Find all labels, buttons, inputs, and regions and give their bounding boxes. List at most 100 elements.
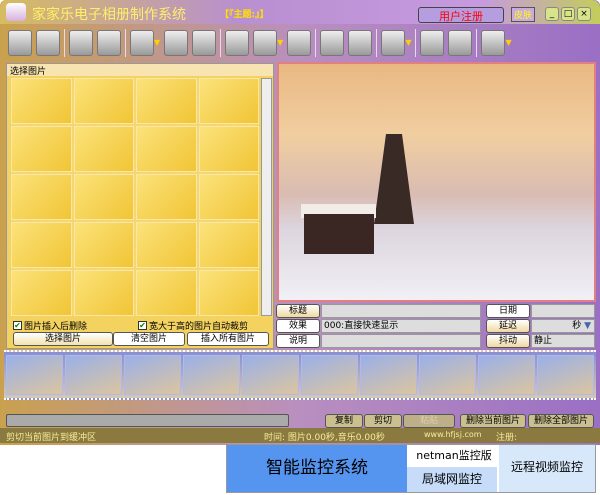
- publish-icon[interactable]: [420, 29, 445, 56]
- date-field[interactable]: [531, 304, 595, 318]
- skin-button[interactable]: 皮肤: [511, 7, 535, 22]
- effects-icon[interactable]: [253, 29, 278, 56]
- delete-after-insert-checkbox[interactable]: ✔ 图片插入后删除: [13, 319, 87, 332]
- delete-all-button[interactable]: 删除全部图片: [528, 414, 594, 428]
- minimize-icon[interactable]: _: [545, 7, 559, 21]
- disc-icon[interactable]: [481, 29, 506, 56]
- thumbnail-slot[interactable]: [73, 174, 134, 220]
- auto-crop-checkbox[interactable]: ✔ 宽大于高的图片自动裁剪: [138, 319, 248, 332]
- film-frame[interactable]: [183, 355, 240, 395]
- thumbnail-slot[interactable]: [136, 126, 197, 172]
- vertical-scrollbar[interactable]: [261, 78, 272, 316]
- description-label-button[interactable]: 说明: [276, 334, 320, 348]
- thumbnail-slot[interactable]: [73, 270, 134, 316]
- save-as-icon[interactable]: [97, 29, 121, 56]
- thumbnail-slot[interactable]: [198, 174, 259, 220]
- cut-button[interactable]: 剪切: [364, 414, 402, 428]
- copy-button[interactable]: 复制: [325, 414, 363, 428]
- ad-lan-link[interactable]: 局域网监控: [407, 467, 497, 492]
- delay-select[interactable]: 秒 ▼: [531, 319, 595, 333]
- divider: [376, 28, 378, 57]
- shake-label-button[interactable]: 抖动: [486, 334, 530, 348]
- thumbnail-slot[interactable]: [73, 78, 134, 124]
- thumbnail-slot[interactable]: [73, 126, 134, 172]
- effect-label-button[interactable]: 效果: [276, 319, 320, 333]
- select-pictures-button[interactable]: 选择图片: [13, 332, 113, 346]
- maximize-icon[interactable]: □: [561, 7, 575, 21]
- film-frame[interactable]: [6, 355, 63, 395]
- description-field[interactable]: [321, 334, 481, 348]
- thumbnail-slot[interactable]: [198, 270, 259, 316]
- open-album-icon[interactable]: [36, 29, 60, 56]
- delete-current-button[interactable]: 删除当前图片: [460, 414, 526, 428]
- thumbnail-slot[interactable]: [11, 222, 72, 268]
- film-frame[interactable]: [419, 355, 476, 395]
- divider: [476, 28, 478, 57]
- film-frame[interactable]: [65, 355, 122, 395]
- app-title: 家家乐电子相册制作系统: [32, 7, 186, 23]
- divider: [315, 28, 317, 57]
- thumbnail-slot[interactable]: [198, 126, 259, 172]
- thumbnail-slot[interactable]: [11, 126, 72, 172]
- status-time: 时间: 图片0.00秒,音乐0.00秒: [264, 433, 385, 443]
- thumbnail-grid: [11, 78, 259, 316]
- theme-label: 【『主题:』】: [220, 10, 269, 20]
- thumbnail-slot[interactable]: [136, 270, 197, 316]
- preview-icon[interactable]: [381, 29, 406, 56]
- frame-icon[interactable]: [130, 29, 154, 56]
- ad-banner[interactable]: 智能监控系统 netman监控版 局域网监控 远程视频监控: [226, 444, 596, 493]
- dropdown-arrow-icon[interactable]: ▼: [505, 38, 511, 47]
- delete-picture-icon[interactable]: [192, 29, 217, 56]
- thumbnail-slot[interactable]: [136, 222, 197, 268]
- paint-palette-icon[interactable]: [448, 29, 473, 56]
- thumbnail-slot[interactable]: [136, 78, 197, 124]
- ad-main-text[interactable]: 智能监控系统: [227, 445, 407, 492]
- insert-all-pictures-button[interactable]: 插入所有图片: [187, 332, 269, 346]
- shake-field[interactable]: 静止: [531, 334, 595, 348]
- save-icon[interactable]: [69, 29, 93, 56]
- filmstrip: [4, 350, 596, 400]
- clear-pictures-button[interactable]: 清空图片: [113, 332, 185, 346]
- music-icon[interactable]: [287, 29, 312, 56]
- panel-header: 选择图片: [7, 64, 273, 77]
- close-icon[interactable]: ×: [577, 7, 591, 21]
- checkmark-icon: ✔: [138, 321, 147, 330]
- checkmark-icon: ✔: [13, 321, 22, 330]
- thumbnail-slot[interactable]: [11, 78, 72, 124]
- film-frame[interactable]: [301, 355, 358, 395]
- edit-text-icon[interactable]: [225, 29, 250, 56]
- paste-button[interactable]: 粘贴: [403, 414, 455, 428]
- status-message: 剪切当前图片到缓冲区: [6, 433, 97, 443]
- dropdown-arrow-icon[interactable]: ▼: [277, 38, 283, 47]
- status-website[interactable]: www.hfjsj.com: [424, 430, 482, 439]
- delay-label-button[interactable]: 延迟: [486, 319, 530, 333]
- thumbnail-slot[interactable]: [198, 222, 259, 268]
- dropdown-arrow-icon[interactable]: ▼: [405, 38, 411, 47]
- film-icon[interactable]: [348, 29, 373, 56]
- ad-netman-link[interactable]: netman监控版: [411, 447, 497, 465]
- ad-remote-link[interactable]: 远程视频监控: [499, 445, 595, 492]
- thumbnail-slot[interactable]: [136, 174, 197, 220]
- insert-picture-icon[interactable]: [164, 29, 189, 56]
- effect-field[interactable]: 000:直接快速显示: [321, 319, 481, 333]
- thumbnail-slot[interactable]: [11, 270, 72, 316]
- register-button[interactable]: 用户注册: [418, 7, 504, 23]
- dropdown-arrow-icon[interactable]: ▼: [154, 38, 160, 47]
- status-bar: 剪切当前图片到缓冲区 时间: 图片0.00秒,音乐0.00秒 www.hfjsj…: [0, 428, 600, 443]
- app-window: 家家乐电子相册制作系统 【『主题:』】 用户注册 皮肤 _ □ × ▼ ▼ ▼ …: [0, 0, 600, 445]
- horizontal-scrollbar[interactable]: [6, 414, 289, 427]
- title-field[interactable]: [321, 304, 481, 318]
- thumbnail-slot[interactable]: [198, 78, 259, 124]
- thumbnail-slot[interactable]: [11, 174, 72, 220]
- film-frame[interactable]: [478, 355, 535, 395]
- film-frame[interactable]: [124, 355, 181, 395]
- film-frame[interactable]: [242, 355, 299, 395]
- new-album-icon[interactable]: [8, 29, 32, 56]
- film-frame[interactable]: [537, 355, 594, 395]
- date-label-button[interactable]: 日期: [486, 304, 530, 318]
- title-label-button[interactable]: 标题: [276, 304, 320, 318]
- thumbnail-slot[interactable]: [73, 222, 134, 268]
- import-icon[interactable]: [320, 29, 345, 56]
- app-logo-icon: [6, 3, 26, 21]
- film-frame[interactable]: [360, 355, 417, 395]
